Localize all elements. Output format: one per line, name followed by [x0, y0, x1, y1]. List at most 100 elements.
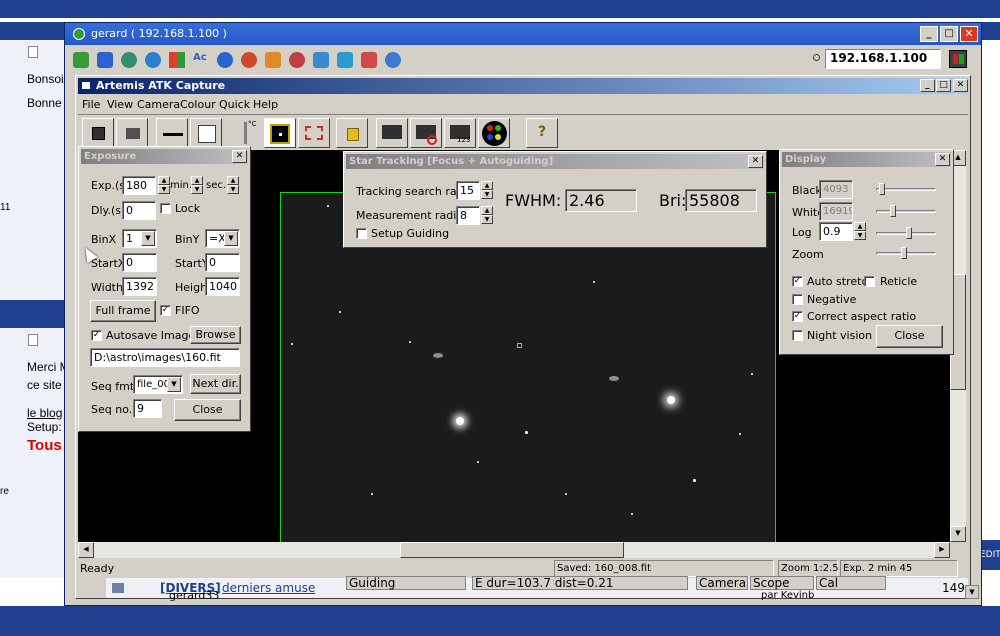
exposure-close-button[interactable]: Close: [174, 399, 241, 421]
measurement-radius-spinner[interactable]: ▲ ▼: [481, 206, 493, 225]
white-slider[interactable]: [876, 210, 936, 213]
full-frame-button[interactable]: Full frame: [90, 300, 156, 322]
menu-camera[interactable]: Camera: [137, 98, 180, 111]
menu-quick[interactable]: Quick: [219, 98, 250, 111]
background-link[interactable]: le blog: [27, 406, 62, 420]
transfer-icon[interactable]: [313, 52, 329, 68]
negative-checkbox[interactable]: [792, 294, 803, 305]
globe-icon[interactable]: [121, 52, 137, 68]
colour-button[interactable]: [478, 118, 510, 148]
aspect-ratio-checkbox[interactable]: ✓: [792, 311, 803, 322]
black-slider[interactable]: [876, 188, 936, 191]
forum-link[interactable]: derniers amuse: [222, 581, 315, 595]
fifo-checkbox[interactable]: ✓: [160, 305, 171, 316]
camera-tab[interactable]: Camera: [696, 576, 748, 590]
remote-maximize-button[interactable]: □: [940, 26, 958, 42]
save-button[interactable]: [82, 118, 114, 148]
address-radio[interactable]: [813, 54, 820, 61]
chevron-down-icon[interactable]: ▼: [167, 377, 181, 392]
white-input[interactable]: 16919: [819, 202, 853, 221]
connect-icon[interactable]: [73, 52, 89, 68]
stop-icon[interactable]: [241, 52, 257, 68]
startx-input[interactable]: 0: [122, 253, 157, 272]
tracking-radius-input[interactable]: 15: [456, 181, 480, 200]
help-button[interactable]: ?: [526, 118, 558, 148]
white-slider-thumb[interactable]: [890, 205, 896, 217]
dly-input[interactable]: 0: [122, 201, 156, 220]
telescope-button[interactable]: [156, 118, 188, 148]
scroll-left-arrow[interactable]: ◀: [78, 542, 94, 558]
menu-file[interactable]: File: [82, 98, 100, 111]
browse-button[interactable]: Browse ...: [190, 326, 241, 357]
windows-icon[interactable]: [169, 52, 185, 68]
remote-minimize-button[interactable]: _: [920, 26, 938, 42]
biny-select[interactable]: =X ▼: [205, 229, 240, 248]
artemis-maximize-button[interactable]: □: [936, 79, 951, 92]
menu-colour[interactable]: Colour: [180, 98, 216, 111]
next-dir-button[interactable]: Next dir.: [190, 374, 241, 394]
edit-label[interactable]: EDIT: [980, 540, 1000, 570]
display-close-x[interactable]: ✕: [935, 153, 950, 166]
artemis-minimize-button[interactable]: _: [920, 79, 935, 92]
camera-settings-button[interactable]: [116, 118, 148, 148]
refresh-icon[interactable]: [145, 52, 161, 68]
network-icon[interactable]: [361, 52, 377, 68]
chevron-down-icon[interactable]: ▼: [224, 231, 238, 246]
start-exposure-button[interactable]: [376, 118, 408, 148]
subframe-button[interactable]: [298, 118, 330, 148]
horizontal-scroll-thumb[interactable]: [400, 542, 624, 558]
menu-view[interactable]: View: [107, 98, 133, 111]
exposure-close-x[interactable]: ✕: [232, 150, 247, 163]
display-close-button[interactable]: Close: [876, 325, 943, 348]
sequence-exposure-button[interactable]: 123: [444, 118, 476, 148]
night-vision-checkbox[interactable]: [792, 330, 803, 341]
info-icon[interactable]: [217, 52, 233, 68]
auto-stretch-checkbox[interactable]: ✓: [792, 276, 803, 287]
seqfmt-select[interactable]: file_001 ▼: [133, 375, 183, 394]
autosave-checkbox[interactable]: ✓: [91, 330, 102, 341]
clipboard-icon[interactable]: [337, 52, 353, 68]
temperature-button[interactable]: °C: [230, 118, 262, 148]
width-input[interactable]: 1392: [122, 277, 157, 296]
binx-select[interactable]: 1 ▼: [122, 229, 157, 248]
log-slider-thumb[interactable]: [906, 227, 912, 239]
cal-tab[interactable]: Cal: [816, 576, 886, 590]
remote-close-button[interactable]: ✕: [960, 26, 978, 42]
log-spinner[interactable]: ▲ ▼: [854, 222, 866, 241]
tracking-close-x[interactable]: ✕: [748, 155, 763, 168]
seqno-input[interactable]: 9: [133, 399, 162, 418]
horizontal-scrollbar[interactable]: ◀ ▶: [78, 542, 950, 558]
tools-icon[interactable]: [265, 52, 281, 68]
menu-help[interactable]: Help: [253, 98, 278, 111]
zoom-slider-thumb[interactable]: [901, 247, 907, 259]
artemis-close-button[interactable]: ✕: [953, 79, 968, 92]
black-input[interactable]: 4093: [819, 180, 853, 199]
scroll-down-arrow[interactable]: ▼: [950, 526, 966, 542]
properties-button[interactable]: [190, 118, 222, 148]
scroll-right-arrow[interactable]: ▶: [934, 542, 950, 558]
min-spinner[interactable]: ▲ ▼: [191, 176, 203, 195]
height-input[interactable]: 1040: [205, 277, 240, 296]
reticle-checkbox[interactable]: [864, 276, 875, 287]
black-slider-thumb[interactable]: [879, 183, 885, 195]
scope-tab[interactable]: Scope: [750, 576, 814, 590]
pointer-icon[interactable]: [289, 52, 305, 68]
continuous-exposure-button[interactable]: [410, 118, 442, 148]
address-field[interactable]: 192.168.1.100: [825, 49, 941, 69]
starty-input[interactable]: 0: [205, 253, 240, 272]
log-input[interactable]: 0.9: [819, 222, 853, 241]
settings-icon[interactable]: [385, 52, 401, 68]
setup-guiding-checkbox[interactable]: [356, 228, 367, 239]
chevron-down-icon[interactable]: ▼: [141, 231, 155, 246]
lock-button[interactable]: [336, 118, 368, 148]
focus-frame-button[interactable]: [264, 118, 296, 148]
tracking-radius-spinner[interactable]: ▲ ▼: [481, 181, 493, 200]
measurement-radius-input[interactable]: 8: [456, 206, 480, 225]
exp-input[interactable]: 180: [122, 176, 156, 195]
text-icon[interactable]: Ac: [193, 52, 209, 68]
screen-icon[interactable]: [97, 52, 113, 68]
sec-spinner[interactable]: ▲ ▼: [227, 176, 239, 195]
lock-checkbox[interactable]: [160, 203, 171, 214]
bottom-scroll-arrow[interactable]: ▼: [965, 585, 979, 599]
save-path-input[interactable]: D:\astro\images\160.fit: [90, 348, 240, 367]
